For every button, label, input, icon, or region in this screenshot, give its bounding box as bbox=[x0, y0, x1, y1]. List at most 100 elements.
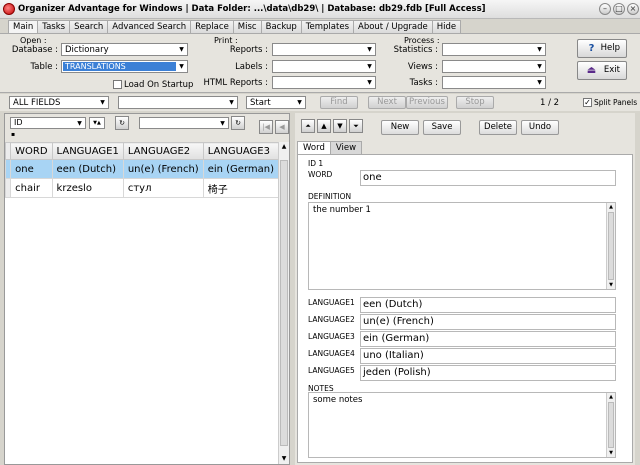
next-button[interactable]: Next bbox=[368, 96, 406, 109]
language1-field[interactable]: een (Dutch) bbox=[360, 297, 616, 313]
scroll-thumb[interactable] bbox=[280, 160, 288, 446]
exit-button-label: Exit bbox=[603, 65, 620, 75]
table-cell[interactable]: стул bbox=[122, 178, 204, 198]
tab-misc[interactable]: Misc bbox=[232, 20, 262, 34]
tab-about-upgrade[interactable]: About / Upgrade bbox=[353, 20, 433, 34]
tab-templates[interactable]: Templates bbox=[300, 20, 354, 34]
close-icon[interactable]: × bbox=[627, 3, 639, 15]
word-label: WORD bbox=[308, 170, 333, 179]
split-panels-label: Split Panels bbox=[594, 98, 638, 107]
table-cell[interactable]: un(e) (French) bbox=[122, 159, 204, 179]
refresh-icon[interactable]: ↻ bbox=[231, 116, 245, 130]
scroll-thumb[interactable] bbox=[608, 212, 614, 280]
main-toolbar-panel: Open : Database : Dictionary ▼ Table : T… bbox=[0, 33, 640, 93]
previous-record-icon[interactable]: ▲ bbox=[317, 119, 331, 133]
delete-button[interactable]: Delete bbox=[479, 120, 517, 135]
scroll-thumb[interactable] bbox=[608, 402, 614, 448]
table-cell[interactable]: one bbox=[10, 159, 53, 179]
definition-text: the number 1 bbox=[313, 205, 371, 215]
tab-word[interactable]: Word bbox=[297, 141, 331, 154]
filter-select[interactable]: ▼ bbox=[139, 117, 229, 129]
search-field-select[interactable]: ALL FIELDS ▼ bbox=[9, 96, 109, 109]
definition-textarea[interactable]: the number 1 ▲ ▼ bbox=[308, 202, 616, 290]
first-record-icon[interactable]: ⏶ bbox=[301, 119, 315, 133]
sort-direction-spinner[interactable]: ▼▲ bbox=[89, 117, 105, 129]
chevron-down-icon: ▼ bbox=[367, 63, 372, 70]
table-cell[interactable]: 椅子 bbox=[202, 178, 280, 198]
sort-field-value: ID bbox=[14, 118, 23, 127]
process-group-title: Process : bbox=[404, 36, 440, 45]
column-header-language3[interactable]: LANGUAGE3 bbox=[202, 142, 280, 160]
save-button[interactable]: Save bbox=[423, 120, 461, 135]
language4-field[interactable]: uno (Italian) bbox=[360, 348, 616, 364]
scroll-down-icon[interactable]: ▼ bbox=[279, 454, 289, 464]
tab-search[interactable]: Search bbox=[69, 20, 109, 34]
tab-replace[interactable]: Replace bbox=[190, 20, 234, 34]
language2-field[interactable]: un(e) (French) bbox=[360, 314, 616, 330]
labels-select[interactable]: ▼ bbox=[272, 60, 376, 73]
scroll-up-icon[interactable]: ▲ bbox=[607, 393, 615, 401]
views-select[interactable]: ▼ bbox=[442, 60, 546, 73]
column-header-language2[interactable]: LANGUAGE2 bbox=[122, 142, 204, 160]
exit-button[interactable]: ⏏ Exit bbox=[577, 61, 627, 80]
new-button[interactable]: New bbox=[381, 120, 419, 135]
tab-hide[interactable]: Hide bbox=[431, 20, 462, 34]
sort-field-select[interactable]: ID ▼ bbox=[10, 117, 86, 129]
word-field[interactable]: one bbox=[360, 170, 616, 186]
minimize-icon[interactable]: – bbox=[599, 3, 611, 15]
chevron-down-icon: ▼ bbox=[537, 79, 542, 86]
open-group-title: Open : bbox=[20, 36, 47, 45]
reports-label: Reports : bbox=[229, 45, 268, 55]
refresh-icon[interactable]: ↻ bbox=[115, 116, 129, 130]
html-reports-select[interactable]: ▼ bbox=[272, 76, 376, 89]
tab-tasks[interactable]: Tasks bbox=[37, 20, 71, 34]
scroll-up-icon[interactable]: ▲ bbox=[279, 142, 289, 152]
previous-button[interactable]: Previous bbox=[406, 96, 448, 109]
scroll-down-icon[interactable]: ▼ bbox=[607, 449, 615, 457]
table-row[interactable]: one een (Dutch) un(e) (French) ein (Germ… bbox=[4, 159, 280, 179]
column-header-word[interactable]: WORD bbox=[10, 142, 53, 160]
help-button[interactable]: ? Help bbox=[577, 39, 627, 58]
search-start-select[interactable]: Start ▼ bbox=[246, 96, 306, 109]
grid-marker-icon: ▪ bbox=[11, 131, 16, 138]
database-select[interactable]: Dictionary ▼ bbox=[61, 43, 188, 56]
next-record-icon[interactable]: ▼ bbox=[333, 119, 347, 133]
column-header-language1[interactable]: LANGUAGE1 bbox=[51, 142, 124, 160]
table-cell[interactable]: een (Dutch) bbox=[51, 159, 124, 179]
statistics-select[interactable]: ▼ bbox=[442, 43, 546, 56]
load-on-startup-checkbox[interactable] bbox=[113, 80, 122, 89]
statistics-label: Statistics : bbox=[393, 45, 438, 55]
table-select[interactable]: TRANSLATIONS ▼ bbox=[61, 60, 188, 73]
tab-backup[interactable]: Backup bbox=[260, 20, 302, 34]
prev-page-icon[interactable]: ◀ bbox=[275, 120, 289, 134]
table-cell[interactable]: chair bbox=[10, 178, 53, 198]
database-value: Dictionary bbox=[65, 45, 109, 55]
find-button[interactable]: Find bbox=[320, 96, 358, 109]
table-cell[interactable]: ein (German) bbox=[202, 159, 280, 179]
tab-advanced-search[interactable]: Advanced Search bbox=[107, 20, 192, 34]
chevron-down-icon: ▼ bbox=[537, 63, 542, 70]
language5-field[interactable]: jeden (Polish) bbox=[360, 365, 616, 381]
search-bar: ALL FIELDS ▼ ▼ Start ▼ Find Next Previou… bbox=[0, 94, 640, 111]
chevron-down-icon: ▼ bbox=[537, 46, 542, 53]
notes-textarea[interactable]: some notes ▲ ▼ bbox=[308, 392, 616, 458]
scroll-down-icon[interactable]: ▼ bbox=[607, 281, 615, 289]
table-row[interactable]: chair krzeslo стул 椅子 bbox=[4, 178, 280, 198]
stop-button[interactable]: Stop bbox=[456, 96, 494, 109]
definition-scrollbar[interactable]: ▲ ▼ bbox=[606, 203, 615, 289]
tab-view[interactable]: View bbox=[329, 141, 363, 154]
last-record-icon[interactable]: ⏷ bbox=[349, 119, 363, 133]
reports-select[interactable]: ▼ bbox=[272, 43, 376, 56]
record-detail-pane: ⏶ ▲ ▼ ⏷ New Save Delete Undo Word View I… bbox=[295, 113, 635, 465]
undo-button[interactable]: Undo bbox=[521, 120, 559, 135]
language3-field[interactable]: ein (German) bbox=[360, 331, 616, 347]
notes-scrollbar[interactable]: ▲ ▼ bbox=[606, 393, 615, 457]
grid-vertical-scrollbar[interactable]: ▲ ▼ bbox=[278, 142, 289, 464]
tasks-select[interactable]: ▼ bbox=[442, 76, 546, 89]
split-panels-checkbox[interactable]: ✓ bbox=[583, 98, 592, 107]
scroll-up-icon[interactable]: ▲ bbox=[607, 203, 615, 211]
maximize-icon[interactable]: □ bbox=[613, 3, 625, 15]
table-cell[interactable]: krzeslo bbox=[51, 178, 124, 198]
search-text-input[interactable]: ▼ bbox=[118, 96, 238, 109]
first-page-icon[interactable]: |◀ bbox=[259, 120, 273, 134]
